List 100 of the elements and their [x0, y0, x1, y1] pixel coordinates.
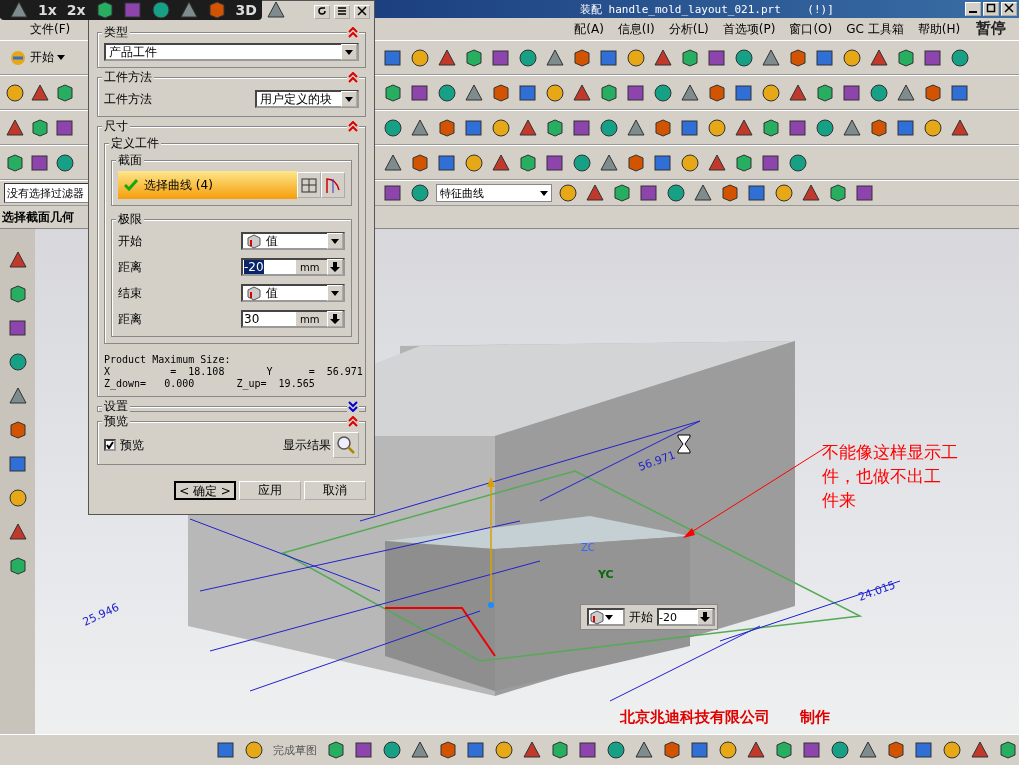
tool-icon[interactable]: [745, 739, 767, 761]
tool-icon[interactable]: [6, 249, 29, 271]
tool-icon[interactable]: [733, 46, 755, 69]
tool-icon[interactable]: [463, 46, 485, 69]
tool-icon[interactable]: [409, 151, 431, 174]
expand-icon[interactable]: [347, 401, 359, 412]
tool-icon[interactable]: [787, 46, 809, 69]
tool-icon[interactable]: [854, 182, 876, 204]
tool-icon[interactable]: [598, 116, 620, 139]
limit-dropdown[interactable]: 值: [241, 284, 345, 302]
tool-icon[interactable]: [692, 182, 714, 204]
tool-icon[interactable]: [922, 81, 944, 104]
curve-button[interactable]: [321, 172, 345, 198]
dialog-button[interactable]: < 确定 >: [174, 481, 236, 500]
dialog-button[interactable]: 应用: [239, 481, 301, 500]
tool-icon[interactable]: [605, 739, 627, 761]
tool-icon[interactable]: [868, 81, 890, 104]
tool-icon[interactable]: [814, 116, 836, 139]
tool-icon[interactable]: [465, 739, 487, 761]
3d-button[interactable]: 3D: [233, 2, 259, 18]
tool-icon[interactable]: [382, 116, 404, 139]
tool-icon[interactable]: [760, 116, 782, 139]
collapse-icon[interactable]: [347, 416, 359, 427]
finish-sketch-button[interactable]: 完成草图: [271, 742, 319, 758]
tool-icon[interactable]: [633, 739, 655, 761]
tool-icon[interactable]: [521, 739, 543, 761]
tool-icon[interactable]: [584, 182, 606, 204]
tool-icon[interactable]: [801, 739, 823, 761]
tool-icon[interactable]: [382, 182, 404, 204]
tool-icon[interactable]: [652, 116, 674, 139]
tool-icon[interactable]: [827, 182, 849, 204]
method-dropdown[interactable]: [587, 608, 625, 626]
tool-icon[interactable]: [733, 151, 755, 174]
tool-icon[interactable]: [679, 151, 701, 174]
tool-icon[interactable]: [571, 46, 593, 69]
collapse-icon[interactable]: [347, 121, 359, 132]
tool-icon[interactable]: [611, 182, 633, 204]
tool-icon[interactable]: [6, 487, 29, 509]
tool-icon[interactable]: [638, 182, 660, 204]
tool-icon[interactable]: [719, 182, 741, 204]
type-dropdown[interactable]: 产品工件: [104, 43, 359, 61]
distance-field[interactable]: -20 mm: [241, 258, 345, 276]
tool-icon[interactable]: [4, 151, 26, 174]
menu-item[interactable]: 帮助(H): [917, 21, 961, 38]
tool-icon[interactable]: [868, 116, 890, 139]
tool-icon[interactable]: [264, 0, 287, 21]
options-button[interactable]: [327, 311, 343, 327]
tool-icon[interactable]: [800, 182, 822, 204]
tool-icon[interactable]: [6, 351, 29, 373]
tool-icon[interactable]: [121, 0, 144, 21]
tool-icon[interactable]: [382, 81, 404, 104]
zoom-1x-button[interactable]: 1x: [36, 2, 59, 18]
reset-button[interactable]: [314, 5, 330, 19]
tool-icon[interactable]: [969, 739, 991, 761]
tool-icon[interactable]: [949, 46, 971, 69]
options-button[interactable]: [697, 609, 713, 625]
tool-icon[interactable]: [517, 151, 539, 174]
collapse-icon[interactable]: [347, 27, 359, 38]
start-field[interactable]: -20: [657, 608, 715, 626]
tool-icon[interactable]: [760, 81, 782, 104]
tool-icon[interactable]: [4, 81, 26, 104]
restore-button[interactable]: [983, 2, 999, 16]
tool-icon[interactable]: [717, 739, 739, 761]
menu-item[interactable]: 窗口(O): [789, 21, 833, 38]
tool-icon[interactable]: [689, 739, 711, 761]
close-button[interactable]: [1001, 2, 1017, 16]
menu-item[interactable]: 分析(L): [668, 21, 709, 38]
tool-icon[interactable]: [149, 0, 172, 21]
menu-item[interactable]: 信息(I): [617, 21, 655, 38]
tool-icon[interactable]: [997, 739, 1019, 761]
tool-icon[interactable]: [463, 151, 485, 174]
tool-icon[interactable]: [746, 182, 768, 204]
minimize-button[interactable]: [965, 2, 981, 16]
tool-icon[interactable]: [490, 116, 512, 139]
tool-icon[interactable]: [8, 0, 30, 21]
tool-icon[interactable]: [54, 81, 76, 104]
tool-icon[interactable]: [54, 151, 76, 174]
tool-icon[interactable]: [773, 739, 795, 761]
tool-icon[interactable]: [544, 116, 566, 139]
sketch-section-button[interactable]: [297, 172, 321, 198]
tool-icon[interactable]: [493, 739, 515, 761]
tool-icon[interactable]: [544, 81, 566, 104]
tool-icon[interactable]: [325, 739, 347, 761]
menu-item[interactable]: 首选项(P): [722, 21, 776, 38]
collapse-icon[interactable]: [347, 72, 359, 83]
tool-icon[interactable]: [814, 81, 836, 104]
search-button[interactable]: [333, 432, 359, 458]
tool-icon[interactable]: [857, 739, 879, 761]
menu-item[interactable]: 配(A): [574, 21, 604, 38]
tool-icon[interactable]: [922, 116, 944, 139]
dialog-button[interactable]: 取消: [304, 481, 366, 500]
filter-field[interactable]: 没有选择过滤器: [4, 183, 89, 203]
tool-icon[interactable]: [243, 739, 265, 761]
tool-icon[interactable]: [6, 521, 29, 543]
tool-icon[interactable]: [29, 116, 51, 139]
tool-icon[interactable]: [437, 739, 459, 761]
options-button[interactable]: [327, 259, 343, 275]
tool-icon[interactable]: [598, 81, 620, 104]
close-button[interactable]: [354, 5, 370, 19]
method-dropdown[interactable]: 用户定义的块: [255, 90, 359, 108]
